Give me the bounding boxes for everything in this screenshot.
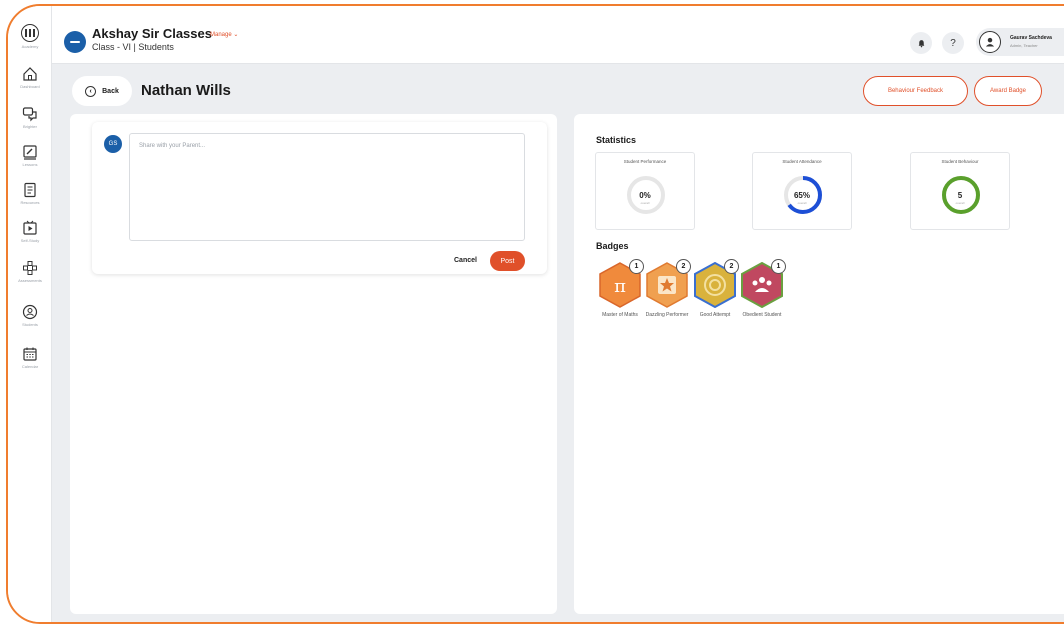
post-button[interactable]: Post [490,251,525,271]
user-icon [985,37,995,47]
post-composer: GS Cancel Post [92,122,547,274]
badge-master-of-maths[interactable]: π 1 Master of Maths [598,259,644,318]
sidebar-item-students[interactable]: Students [8,304,52,327]
sidebar-item-assessments[interactable]: Assessments [8,260,52,283]
sidebar-item-label: Dashboard [20,84,40,89]
sidebar-item-self-study[interactable]: Self-Study [8,220,52,243]
stat-card-performance: Student Performance 0% overall [595,152,695,230]
composer-avatar: GS [104,135,122,153]
sidebar-item-label: Assessments [18,278,42,283]
stat-card-attendance: Student Attendance 65% overall [752,152,852,230]
stats-panel: Statistics Student Performance 0% overal… [574,114,1064,614]
badge-count: 1 [771,259,786,274]
sidebar-item-label: Brighter [22,124,37,129]
stat-sub: overall [640,201,650,205]
calendar-icon [23,347,37,361]
badge-count: 1 [629,259,644,274]
assessments-icon [23,261,37,275]
sidebar-logo-label: Academy [21,44,39,49]
sidebar: Academy Dashboard Brighter Lessons Resou… [8,6,52,622]
sidebar-item-label: Resources [20,200,40,205]
stat-sub: overall [797,201,807,205]
sidebar-item-label: Lessons [22,162,38,167]
stat-value: 5 [957,191,963,200]
share-input[interactable] [129,133,525,241]
badge-name: Obedient Student [742,312,782,318]
svg-text:π: π [614,276,626,297]
help-button[interactable]: ? [942,32,964,54]
feed-panel: GS Cancel Post [70,114,557,614]
stat-card-behaviour: Student Behaviour 5 overall [910,152,1010,230]
back-arrow-icon: ‹ [85,85,97,97]
badge-count: 2 [724,259,739,274]
cancel-button[interactable]: Cancel [454,257,477,264]
behaviour-feedback-button[interactable]: Behaviour Feedback [863,76,968,106]
badges-title: Badges [596,241,629,251]
stat-title: Student Performance [623,159,667,164]
stat-value: 0% [639,191,651,200]
back-button[interactable]: ‹ Back [72,76,132,106]
sidebar-item-calendar[interactable]: Calendar [8,346,52,369]
sidebar-logo[interactable]: Academy [8,24,52,49]
user-menu[interactable]: Gaurav Sachdeva Admin, Teacher [976,28,1064,56]
page-title: Nathan Wills [141,82,231,99]
app-frame: Academy Dashboard Brighter Lessons Resou… [6,4,1064,624]
breadcrumb: Class - VI | Students [92,42,174,52]
badge-good-attempt[interactable]: 2 Good Attempt [693,259,739,318]
home-icon [23,67,37,81]
sidebar-item-lessons[interactable]: Lessons [8,144,52,167]
sidebar-item-label: Calendar [21,364,39,369]
brand-name: Akshay Sir Classes [92,26,212,41]
statistics-title: Statistics [596,135,637,145]
sidebar-item-dashboard[interactable]: Dashboard [8,66,52,89]
badge-obedient-student[interactable]: 1 Obedient Student [740,259,786,318]
bell-icon [918,39,924,47]
resources-icon [24,182,36,198]
sidebar-item-label: Students [22,322,38,327]
students-icon [22,304,38,320]
help-icon: ? [950,37,956,49]
chevron-down-icon: ⌄ [233,32,239,38]
manage-dropdown[interactable]: Manage ⌄ [210,31,238,38]
award-badge-button[interactable]: Award Badge [974,76,1042,106]
user-name: Gaurav Sachdeva [1010,35,1052,41]
academy-logo-icon [21,24,39,42]
stat-sub: overall [955,201,965,205]
user-role: Admin, Teacher [1010,43,1038,48]
brand-logo-icon [64,31,86,53]
stat-title: Student Behaviour [941,159,979,164]
sidebar-item-brighter[interactable]: Brighter [8,106,52,129]
top-header: Akshay Sir Classes Manage ⌄ Class - VI |… [52,6,1064,64]
chat-icon [22,107,37,122]
sidebar-item-label: Self-Study [20,238,40,243]
manage-label: Manage [210,32,232,38]
self-study-icon [23,220,37,235]
lessons-icon [23,145,37,160]
badge-dazzling-performer[interactable]: 2 Dazzling Performer [645,259,691,318]
sidebar-item-resources[interactable]: Resources [8,182,52,205]
notification-button[interactable] [910,32,932,54]
stat-value: 65% [793,191,810,200]
badge-count: 2 [676,259,691,274]
avatar [979,31,1001,53]
back-label: Back [102,87,119,95]
stat-title: Student Attendance [782,159,822,164]
